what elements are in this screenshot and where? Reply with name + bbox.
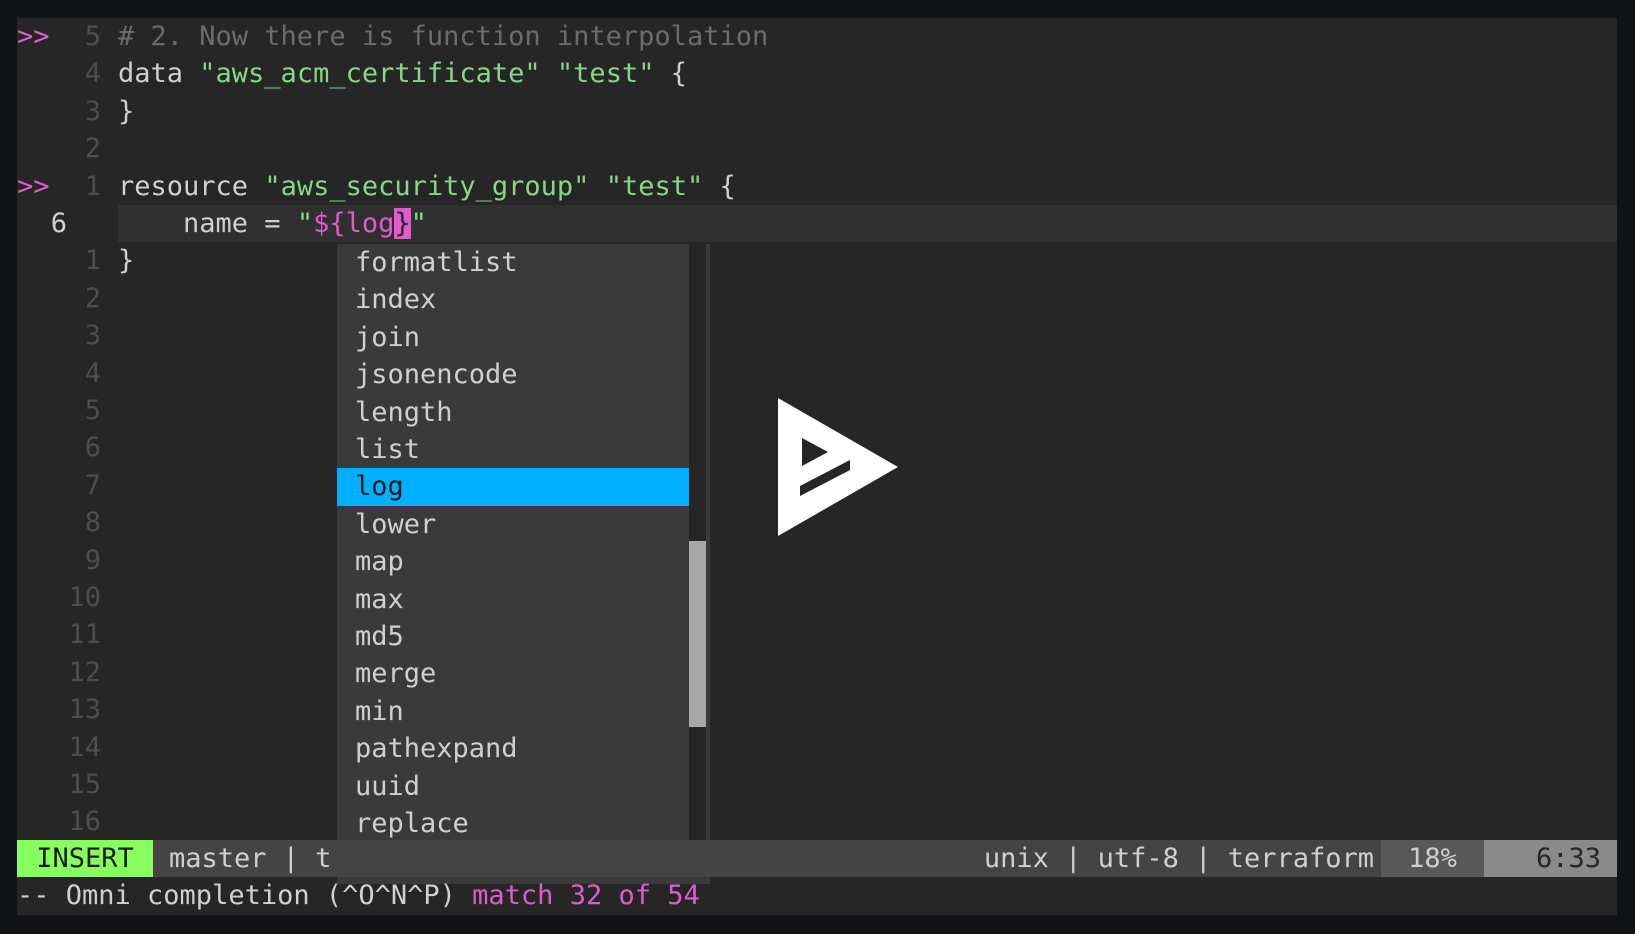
line-number: 15	[68, 769, 101, 800]
code-token: ${log	[313, 208, 395, 239]
statusline: INSERT master | t unix | utf-8 | terrafo…	[17, 840, 1617, 877]
editor-line[interactable]: 12	[17, 654, 1617, 691]
line-number: 3	[84, 95, 101, 127]
completion-item[interactable]: jsonencode	[337, 356, 691, 393]
line-number: 2	[84, 133, 101, 165]
editor-line[interactable]: 11	[17, 616, 1617, 653]
code-token: "	[296, 208, 314, 239]
line-number: 1	[84, 245, 101, 277]
completion-popup[interactable]: formatlist index join jsonencode length list l…	[337, 244, 710, 884]
mode-indicator: INSERT	[17, 840, 153, 877]
completion-item[interactable]: length	[337, 394, 691, 431]
command-line: -- Omni completion (^O^N^P) match 32 of …	[17, 877, 1617, 915]
line-number: 1	[84, 170, 101, 202]
code-token: data	[118, 58, 200, 90]
editor-line[interactable]: 13	[17, 691, 1617, 728]
git-branch: master | t	[169, 843, 332, 874]
completion-item[interactable]: uuid	[337, 768, 691, 805]
editor-line[interactable]: 9	[17, 542, 1617, 579]
editor-line[interactable]: 14	[17, 729, 1617, 766]
completion-scrollbar[interactable]	[689, 244, 706, 848]
completion-item[interactable]: min	[337, 693, 691, 730]
line-number: 10	[68, 582, 101, 613]
completion-item[interactable]: map	[337, 543, 691, 580]
code-token: "test"	[605, 170, 704, 202]
cursor-position: 6:33	[1484, 840, 1617, 877]
line-code[interactable]: # 2. Now there is function interpolation	[118, 18, 768, 55]
editor-line[interactable]: 2	[17, 130, 1617, 167]
code-token: }	[118, 245, 135, 277]
completion-item[interactable]: replace	[337, 805, 691, 842]
line-number: 11	[68, 619, 101, 651]
line-number: 13	[68, 694, 101, 726]
line-number: 6	[50, 208, 67, 239]
code-token: "aws_acm_certificate"	[199, 58, 541, 90]
editor-line[interactable]: 2	[17, 280, 1617, 317]
completion-scrollbar-thumb[interactable]	[689, 541, 706, 727]
code-token: }	[118, 95, 135, 127]
current-line[interactable]: 6 name = "${log}"	[17, 205, 1617, 243]
line-number: 12	[68, 656, 101, 688]
editor-line[interactable]: 4 data "aws_acm_certificate" "test" {	[17, 55, 1617, 92]
line-number: 9	[84, 544, 101, 576]
line-number: 16	[68, 806, 101, 838]
completion-item[interactable]: lower	[337, 506, 691, 543]
line-number: 8	[84, 507, 101, 539]
code-token: "aws_security_group"	[264, 170, 590, 202]
completion-item-selected[interactable]: log	[337, 468, 691, 506]
line-number: 3	[84, 320, 101, 352]
completion-item[interactable]: formatlist	[337, 244, 691, 281]
editor-line[interactable]: 15	[17, 766, 1617, 803]
line-number: 4	[84, 357, 101, 389]
line-code[interactable]: resource "aws_security_group" "test" {	[118, 168, 736, 205]
completion-item[interactable]: merge	[337, 655, 691, 692]
editor-line[interactable]: 16	[17, 803, 1617, 840]
completion-item[interactable]: list	[337, 431, 691, 468]
editor-line[interactable]: 4	[17, 355, 1617, 392]
line-number: 5	[84, 21, 101, 52]
editor-line[interactable]: 1}	[17, 242, 1617, 279]
completion-item[interactable]: join	[337, 319, 691, 356]
editor-line[interactable]: 3	[17, 317, 1617, 354]
file-info: unix | utf-8 | terraform	[983, 843, 1374, 874]
completion-item[interactable]: index	[337, 281, 691, 318]
editor-line[interactable]: >> 1 resource "aws_security_group" "test" …	[17, 168, 1617, 205]
editor-line[interactable]: >> 5 # 2. Now there is function interpolat…	[17, 18, 1617, 55]
completion-item[interactable]: pathexpand	[337, 730, 691, 767]
line-number: 2	[84, 282, 101, 314]
code-token: name =	[118, 208, 297, 239]
line-code[interactable]: }	[118, 93, 134, 130]
code-token: "	[410, 208, 427, 239]
line-code[interactable]: }	[118, 242, 134, 279]
completion-item[interactable]: md5	[337, 618, 691, 655]
editor-line[interactable]: 3}	[17, 93, 1617, 130]
completion-item[interactable]: max	[337, 581, 691, 618]
line-code[interactable]: data "aws_acm_certificate" "test" {	[118, 55, 687, 92]
line-number: 4	[84, 58, 101, 90]
code-token: {	[654, 58, 687, 90]
code-token: # 2. Now there is function interpolation	[118, 21, 769, 52]
play-logo-icon[interactable]	[778, 398, 898, 536]
text-cursor: }	[394, 208, 411, 239]
line-number: 6	[84, 432, 101, 464]
cmdline-message: -- Omni completion (^O^N^P)	[17, 880, 473, 911]
line-number: 5	[84, 395, 101, 426]
line-code[interactable]: name = "${log}"	[118, 205, 427, 242]
code-token: "test"	[556, 58, 655, 90]
match-count: match 32 of 54	[472, 880, 700, 911]
editor-line[interactable]: 10	[17, 579, 1617, 616]
code-token: resource	[118, 170, 265, 202]
line-number: 7	[84, 469, 101, 501]
scroll-percent: 18%	[1381, 840, 1484, 877]
line-number: 14	[68, 731, 101, 763]
code-token: {	[703, 170, 736, 202]
